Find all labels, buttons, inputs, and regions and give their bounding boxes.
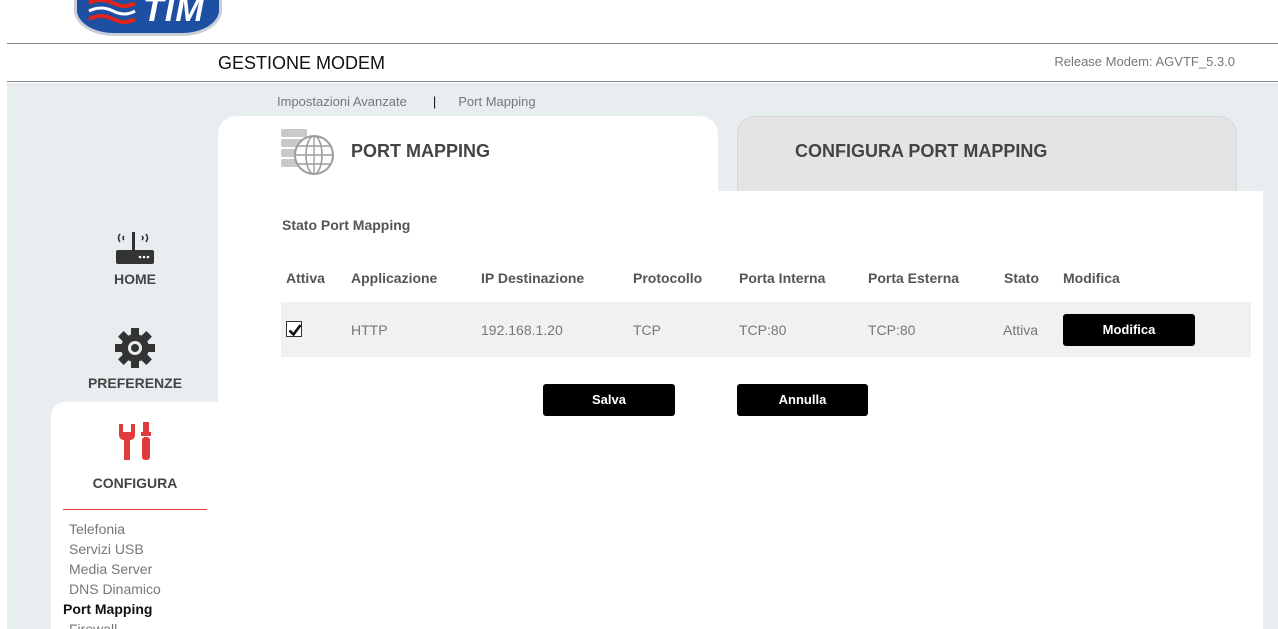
submenu-item-port-mapping[interactable]: Port Mapping — [63, 599, 213, 619]
column-header-protocollo: Protocollo — [633, 270, 703, 286]
tim-wave-icon — [88, 0, 137, 24]
cell-porta-esterna: TCP:80 — [868, 322, 916, 338]
section-title: Stato Port Mapping — [282, 217, 411, 233]
column-header-stato: Stato — [1004, 270, 1039, 286]
sidebar-item-label: PREFERENZE — [87, 375, 183, 391]
gear-icon — [115, 328, 155, 368]
save-button[interactable]: Salva — [543, 384, 675, 416]
release-info: Release Modem: AGVTF_5.3.0 — [1054, 54, 1235, 69]
sidebar-item-configura[interactable]: CONFIGURA — [51, 402, 219, 496]
breadcrumb-separator: | — [432, 94, 437, 109]
server-globe-icon — [281, 129, 334, 175]
router-icon — [116, 232, 154, 264]
page-title: GESTIONE MODEM — [218, 53, 386, 73]
tim-logo[interactable]: TIM — [74, 0, 222, 36]
column-header-porta-interna: Porta Interna — [739, 270, 826, 286]
submenu: Telefonia Servizi USB Media Server DNS D… — [63, 519, 213, 629]
tab-configura-label: CONFIGURA PORT MAPPING — [795, 141, 1048, 161]
submenu-item-telefonia[interactable]: Telefonia — [63, 519, 213, 539]
modifica-button[interactable]: Modifica — [1063, 314, 1195, 346]
attiva-checkbox[interactable] — [286, 321, 302, 337]
sidebar-item-home[interactable]: HOME — [51, 226, 219, 287]
submenu-item-media-server[interactable]: Media Server — [63, 559, 213, 579]
submenu-item-servizi-usb[interactable]: Servizi USB — [63, 539, 213, 559]
column-header-attiva: Attiva — [286, 270, 325, 286]
logo-text: TIM — [143, 0, 205, 29]
column-header-ip: IP Destinazione — [481, 270, 585, 286]
submenu-item-dns-dinamico[interactable]: DNS Dinamico — [63, 579, 213, 599]
submenu-divider — [63, 509, 207, 510]
checkmark-icon — [288, 324, 302, 337]
sidebar-item-label: CONFIGURA — [92, 475, 178, 491]
cell-ip: 192.168.1.20 — [481, 322, 563, 338]
cell-protocollo: TCP — [633, 322, 661, 338]
submenu-item-firewall[interactable]: Firewall — [63, 619, 213, 629]
cancel-button[interactable]: Annulla — [737, 384, 868, 416]
column-header-porta-esterna: Porta Esterna — [868, 270, 960, 286]
cell-porta-interna: TCP:80 — [739, 322, 787, 338]
cell-applicazione: HTTP — [351, 322, 388, 338]
breadcrumb-item-port-mapping[interactable]: Port Mapping — [458, 94, 535, 109]
column-header-modifica: Modifica — [1063, 270, 1120, 286]
sidebar-item-label: HOME — [114, 271, 156, 287]
cell-stato: Attiva — [1003, 322, 1039, 338]
breadcrumb-item-impostazioni[interactable]: Impostazioni Avanzate — [277, 94, 407, 109]
sidebar-item-preferenze[interactable]: PREFERENZE — [51, 324, 219, 391]
tools-icon — [119, 422, 151, 460]
tab-port-mapping-label: PORT MAPPING — [351, 141, 491, 161]
breadcrumb: Impostazioni Avanzate | Port Mapping — [277, 94, 536, 109]
column-header-applicazione: Applicazione — [351, 270, 438, 286]
